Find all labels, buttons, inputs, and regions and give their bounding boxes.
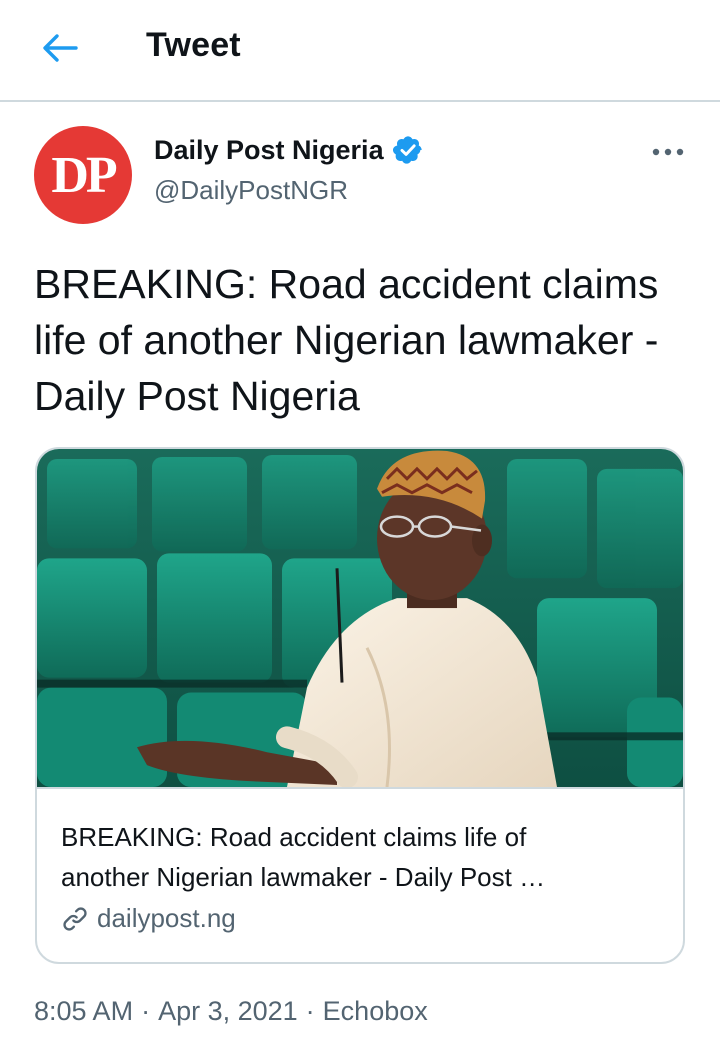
more-dots-icon	[652, 148, 684, 156]
tweet-time[interactable]: 8:05 AM	[34, 996, 133, 1027]
card-title-line: another Nigerian lawmaker - Daily Post …	[61, 862, 546, 892]
tweet-date[interactable]: Apr 3, 2021	[158, 996, 298, 1027]
author-name[interactable]: Daily Post Nigeria	[154, 135, 384, 166]
avatar-logo-text: DP	[51, 146, 117, 204]
author-handle[interactable]: @DailyPostNGR	[154, 175, 348, 206]
card-title-line: BREAKING: Road accident claims life of	[61, 822, 527, 852]
tweet-text: BREAKING: Road accident claims life of a…	[34, 261, 659, 419]
verified-badge-icon	[392, 136, 422, 164]
arrow-left-icon	[43, 34, 78, 62]
author-name-row[interactable]: Daily Post Nigeria	[154, 134, 424, 166]
tweet-meta: 8:05 AM · Apr 3, 2021 · Echobox	[34, 996, 428, 1027]
article-image	[37, 449, 683, 789]
card-domain: dailypost.ng	[61, 903, 236, 934]
top-bar: Tweet	[0, 0, 720, 102]
link-preview-card[interactable]: BREAKING: Road accident claims life of a…	[35, 447, 685, 964]
back-button[interactable]	[36, 26, 84, 70]
meta-separator: ·	[141, 996, 151, 1026]
more-options-button[interactable]	[646, 136, 690, 168]
avatar[interactable]: DP	[34, 126, 132, 224]
tweet-source: Echobox	[322, 996, 428, 1026]
card-domain-text: dailypost.ng	[97, 903, 236, 933]
link-icon	[63, 906, 87, 931]
meta-separator: ·	[305, 996, 315, 1026]
card-title: BREAKING: Road accident claims life of a…	[61, 817, 661, 897]
page-title: Tweet	[146, 26, 241, 64]
